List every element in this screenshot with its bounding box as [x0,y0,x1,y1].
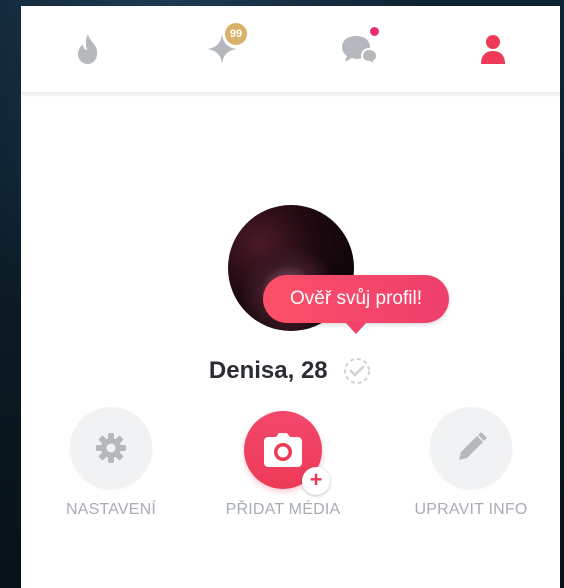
edit-info-label: UPRAVIT INFO [414,501,528,518]
nav-messages-tab[interactable] [334,24,384,74]
profile-name-age: Denisa, 28 [208,357,328,384]
add-media-label: PŘIDAT MÉDIA [225,501,341,518]
settings-button[interactable] [70,407,152,489]
tooltip-arrow [345,322,367,334]
app-screen: 99 Ověř svůj profil! Denisa, 28 NASTAVEN… [21,6,560,588]
edit-info-button[interactable] [430,407,512,489]
nav-profile-tab[interactable] [468,24,518,74]
verify-check-icon[interactable] [342,356,372,386]
profile-name-row: Denisa, 28 [21,356,560,390]
gear-icon [96,433,126,463]
nav-flame-tab[interactable] [63,24,113,74]
settings-label: NASTAVENÍ [65,501,157,518]
add-media-action[interactable]: + PŘIDAT MÉDIA [193,411,373,519]
flame-icon [78,34,98,64]
notification-count-badge: 99 [225,23,247,45]
unread-dot [370,27,379,36]
add-media-button[interactable]: + [244,411,330,495]
verify-profile-tooltip[interactable]: Ověř svůj profil! [263,275,449,323]
chat-bubbles-icon [342,36,379,66]
profile-person-icon [481,35,505,64]
settings-action[interactable]: NASTAVENÍ [21,407,201,519]
edit-info-action[interactable]: UPRAVIT INFO [381,407,560,519]
camera-icon [264,433,302,467]
add-plus-badge[interactable]: + [302,467,330,495]
pencil-icon [459,432,487,460]
top-navigation-bar: 99 [21,6,560,93]
nav-explore-tab[interactable]: 99 [197,23,247,74]
